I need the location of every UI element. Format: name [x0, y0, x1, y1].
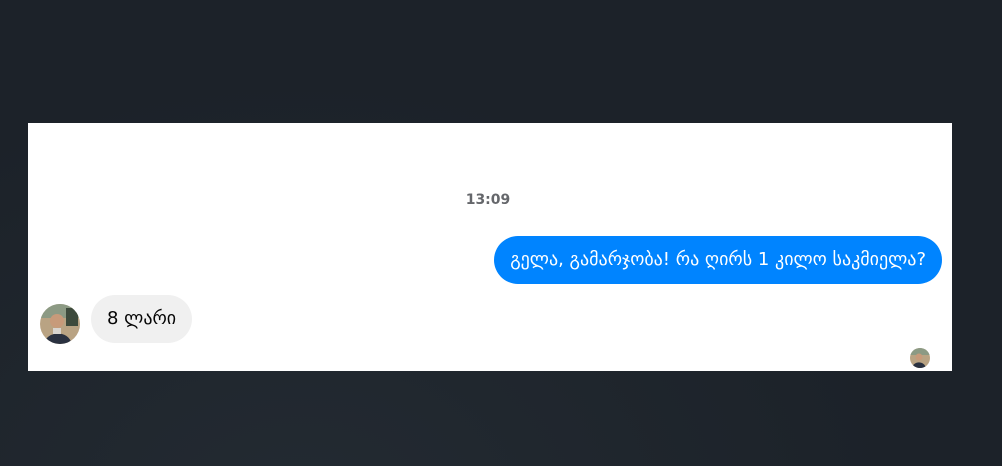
- profile-photo-icon: [40, 304, 80, 344]
- seen-indicator-avatar: [910, 348, 930, 368]
- seen-avatar-icon: [910, 348, 930, 368]
- outgoing-message-bubble[interactable]: გელა, გამარჯობა! რა ღირს 1 კილო საკმიელა…: [494, 236, 942, 284]
- chat-panel: 13:09 გელა, გამარჯობა! რა ღირს 1 კილო სა…: [28, 123, 952, 371]
- sender-avatar[interactable]: [40, 304, 80, 344]
- message-timestamp: 13:09: [465, 192, 511, 208]
- incoming-message-bubble[interactable]: 8 ლარი: [91, 295, 193, 343]
